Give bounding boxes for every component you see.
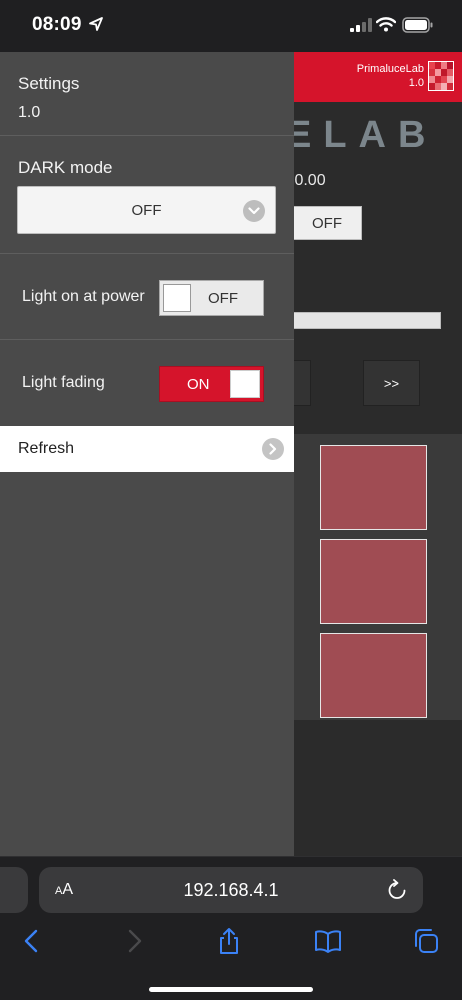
refresh-label: Refresh	[18, 440, 75, 457]
dark-mode-section: DARK mode OFF	[0, 136, 294, 254]
page-prev-button[interactable]	[292, 360, 311, 406]
status-time: 08:09	[32, 14, 82, 35]
browser-toolbar: AA 192.168.4.1	[0, 856, 462, 1000]
light-fading-toggle[interactable]: ON	[159, 366, 264, 402]
forward-icon[interactable]	[120, 927, 148, 955]
reload-icon[interactable]	[387, 879, 407, 901]
back-icon[interactable]	[18, 927, 46, 955]
chevron-down-icon	[243, 200, 265, 222]
url-text: 192.168.4.1	[183, 880, 279, 900]
brand-name: PrimaluceLab	[356, 63, 424, 75]
wifi-icon	[376, 17, 396, 32]
dark-mode-select[interactable]: OFF	[17, 186, 276, 234]
location-arrow-icon	[89, 17, 103, 31]
share-icon[interactable]	[215, 927, 243, 955]
settings-title: Settings	[18, 74, 80, 93]
dark-mode-value: OFF	[131, 201, 162, 219]
light-on-at-power-label: Light on at power	[22, 288, 145, 305]
light-on-at-power-toggle[interactable]: OFF	[159, 280, 264, 316]
address-bar[interactable]: AA 192.168.4.1	[39, 867, 423, 913]
color-tile[interactable]	[320, 539, 427, 624]
brand-logo-icon	[428, 61, 454, 91]
settings-drawer: Settings 1.0 DARK mode OFF Light on at p…	[0, 52, 294, 856]
color-tile[interactable]	[320, 633, 427, 718]
page-version: .0.00	[290, 172, 326, 189]
previous-tab-edge[interactable]	[0, 867, 28, 913]
cellular-signal-icon	[350, 18, 372, 32]
toggle-state: ON	[187, 376, 210, 393]
toggle-state: OFF	[208, 290, 238, 307]
brand-label: PrimaluceLab 1.0	[357, 62, 424, 90]
bookmarks-icon[interactable]	[314, 927, 342, 955]
page-next-button[interactable]: >>	[363, 360, 420, 406]
dark-mode-label: DARK mode	[18, 158, 113, 177]
settings-header: Settings 1.0	[0, 52, 294, 136]
light-fading-label: Light fading	[22, 374, 105, 391]
toggle-knob	[163, 284, 191, 312]
chevron-right-icon	[262, 438, 284, 460]
light-fading-row: Light fading ON	[0, 340, 294, 426]
battery-icon	[402, 17, 433, 33]
toggle-knob	[230, 370, 260, 398]
page-logo-word: ELAB	[286, 114, 438, 156]
settings-version: 1.0	[18, 104, 41, 121]
color-tile[interactable]	[320, 445, 427, 530]
status-bar: 08:09	[0, 0, 462, 52]
refresh-item[interactable]: Refresh	[0, 426, 294, 472]
light-on-at-power-row: Light on at power OFF	[0, 254, 294, 340]
tabs-icon[interactable]	[412, 927, 440, 955]
page-slider[interactable]	[292, 312, 441, 329]
brand-version: 1.0	[408, 77, 424, 89]
page-off-button[interactable]: OFF	[292, 206, 362, 240]
home-indicator	[149, 987, 313, 992]
